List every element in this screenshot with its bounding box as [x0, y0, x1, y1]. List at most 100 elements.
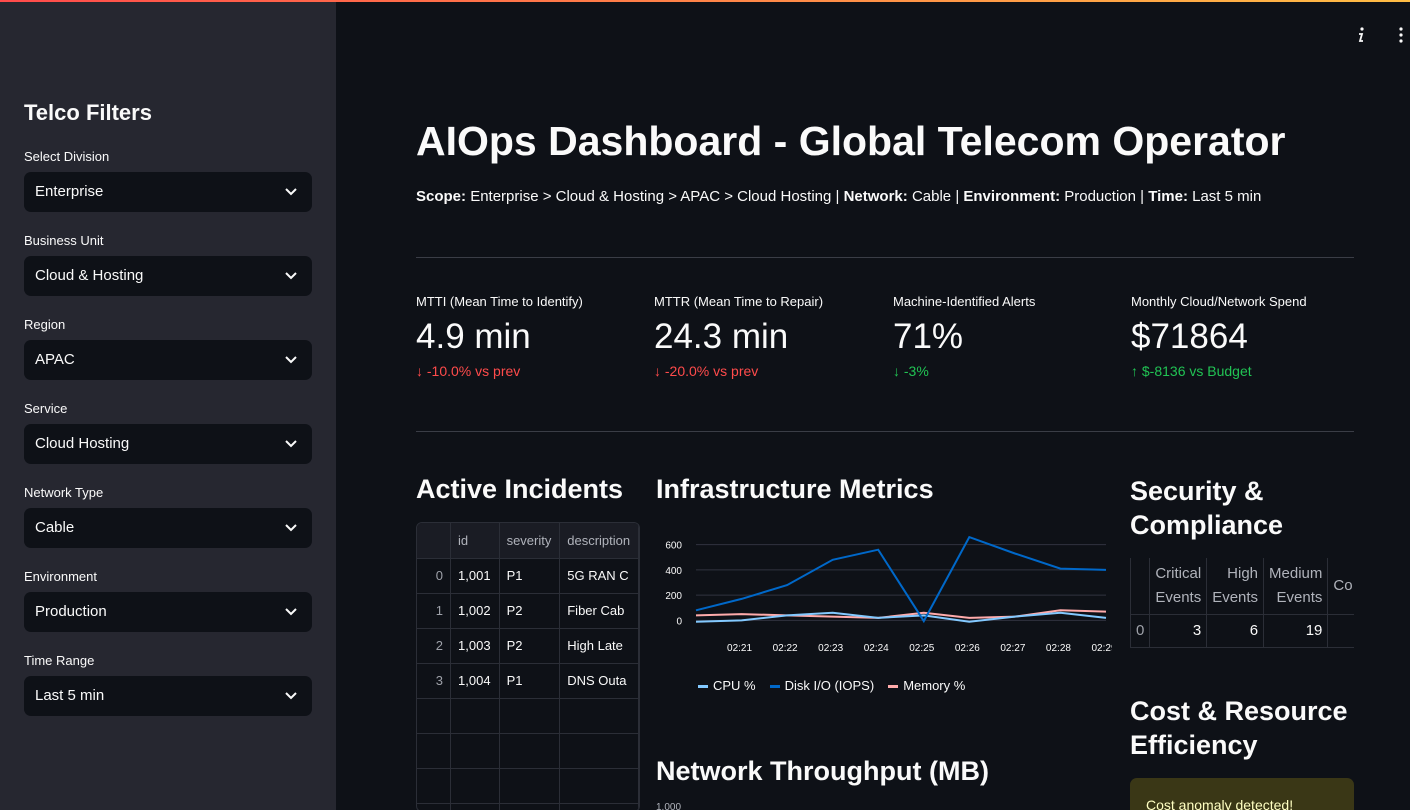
incidents-table[interactable]: id severity description 0 1,001 P1 5G RA…	[416, 522, 640, 810]
environment-select[interactable]: Production	[24, 592, 312, 632]
cell-critical[interactable]: 3	[1149, 614, 1208, 648]
region-select[interactable]: APAC	[24, 340, 312, 380]
table-row[interactable]: 0 3 6 19	[1131, 614, 1354, 648]
series-line-disk-io[interactable]	[695, 535, 1107, 624]
arrow-up-icon: ↑	[1131, 363, 1138, 379]
infrastructure-metrics-chart[interactable]: 0 200 400 600 02:21 02:22 02:23 02:24 02:25 02:26…	[652, 526, 1112, 666]
cell-severity[interactable]: P2	[499, 628, 561, 664]
cell-high[interactable]: 6	[1206, 614, 1265, 648]
metric-value: 4.9 min	[416, 317, 531, 356]
scope-line: Scope: Enterprise > Cloud & Hosting > AP…	[416, 188, 1261, 205]
chevron-down-icon	[285, 692, 297, 700]
division-select[interactable]: Enterprise	[24, 172, 312, 212]
legend-label: Disk I/O (IOPS)	[784, 678, 875, 693]
throughput-heading: Network Throughput (MB)	[656, 756, 989, 786]
cell-description[interactable]: High Late	[559, 628, 639, 664]
x-tick-label: 02:22	[773, 643, 798, 654]
column-header-severity[interactable]: severity	[499, 523, 561, 559]
column-header-critical[interactable]: Critical Events	[1149, 558, 1208, 615]
environment-select-value: Production	[35, 603, 107, 620]
cell-id[interactable]: 1,001	[450, 558, 500, 594]
incidents-heading: Active Incidents	[416, 474, 624, 504]
x-tick-label: 02:25	[909, 643, 934, 654]
alert-text: Cost anomaly detected!	[1146, 797, 1294, 810]
cell-description[interactable]: 5G RAN C	[559, 558, 639, 594]
column-header-medium[interactable]: Medium Events	[1263, 558, 1329, 615]
environment-value: Production |	[1064, 188, 1145, 205]
chevron-down-icon	[285, 440, 297, 448]
metric-delta-text: -20.0% vs prev	[664, 363, 759, 379]
sidebar: Telco Filters Select Division Enterprise…	[0, 2, 336, 810]
time-value: Last 5 min	[1192, 188, 1262, 205]
network-type-select[interactable]: Cable	[24, 508, 312, 548]
cell-severity[interactable]: P1	[499, 558, 561, 594]
cell-id[interactable]: 1,003	[450, 628, 500, 664]
cell-severity[interactable]: P1	[499, 663, 561, 699]
sidebar-title: Telco Filters	[24, 100, 152, 125]
legend-item-cpu[interactable]: CPU %	[698, 678, 756, 693]
chart-legend: CPU % Disk I/O (IOPS) Memory %	[698, 678, 965, 693]
main-content: AIOps Dashboard - Global Telecom Operato…	[336, 2, 1410, 810]
column-header-index[interactable]	[1131, 558, 1151, 615]
metric-value: 24.3 min	[654, 317, 789, 356]
filter-label-environment: Environment	[24, 569, 97, 584]
cost-anomaly-alert: Cost anomaly detected!	[1130, 778, 1354, 810]
filter-label-division: Select Division	[24, 149, 110, 164]
table-row[interactable]: 2 1,003 P2 High Late	[417, 628, 639, 664]
column-header-high[interactable]: High Events	[1206, 558, 1265, 615]
metric-label: MTTR (Mean Time to Repair)	[654, 294, 824, 309]
info-icon[interactable]	[1354, 26, 1368, 44]
more-vertical-icon[interactable]	[1398, 26, 1404, 44]
business-unit-select[interactable]: Cloud & Hosting	[24, 256, 312, 296]
page-title: AIOps Dashboard - Global Telecom Operato…	[416, 118, 1286, 164]
metric-value: $71864	[1131, 317, 1248, 356]
column-header-description[interactable]: description	[559, 523, 639, 559]
divider	[416, 257, 1354, 258]
scope-label: Scope:	[416, 188, 467, 205]
time-range-select[interactable]: Last 5 min	[24, 676, 312, 716]
row-index: 1	[417, 593, 452, 629]
infra-heading: Infrastructure Metrics	[656, 474, 934, 504]
security-heading-line1: Security &	[1130, 476, 1264, 506]
region-select-value: APAC	[35, 351, 75, 368]
column-header-index[interactable]	[417, 523, 452, 559]
table-row[interactable]: 1 1,002 P2 Fiber Cab	[417, 593, 639, 629]
chevron-down-icon	[285, 188, 297, 196]
table-header-row: Critical Events High Events Medium Event…	[1131, 558, 1354, 615]
metric-delta-text: $-8136 vs Budget	[1141, 363, 1252, 379]
security-table[interactable]: Critical Events High Events Medium Event…	[1130, 558, 1354, 648]
column-header-id[interactable]: id	[450, 523, 500, 559]
x-tick-label: 02:28	[1046, 643, 1071, 654]
service-select-value: Cloud Hosting	[35, 435, 130, 452]
business-unit-select-value: Cloud & Hosting	[35, 267, 144, 284]
chevron-down-icon	[285, 608, 297, 616]
legend-item-disk[interactable]: Disk I/O (IOPS)	[769, 678, 875, 693]
table-row[interactable]: 0 1,001 P1 5G RAN C	[417, 558, 639, 594]
cell-description[interactable]: Fiber Cab	[559, 593, 639, 629]
empty-row	[417, 803, 639, 810]
cell-id[interactable]: 1,004	[450, 663, 500, 699]
arrow-down-icon: ↓	[654, 363, 661, 379]
cell-severity[interactable]: P2	[499, 593, 561, 629]
column-header-compliance[interactable]: Co	[1327, 558, 1354, 615]
legend-item-memory[interactable]: Memory %	[888, 678, 965, 693]
time-label: Time:	[1148, 188, 1188, 205]
row-index: 0	[1131, 614, 1151, 648]
network-value: Cable |	[911, 188, 960, 205]
network-label: Network:	[843, 188, 908, 205]
service-select[interactable]: Cloud Hosting	[24, 424, 312, 464]
metric-value: 71%	[893, 317, 964, 356]
cell-medium[interactable]: 19	[1263, 614, 1329, 648]
cell-compliance[interactable]	[1327, 614, 1354, 648]
table-row[interactable]: 3 1,004 P1 DNS Outa	[417, 663, 639, 699]
metric-delta: ↓ -10.0% vs prev	[416, 363, 646, 379]
metric-delta-text: -3%	[903, 363, 929, 379]
cost-heading: Cost & Resource Efficiency	[1130, 694, 1348, 762]
row-index: 2	[417, 628, 452, 664]
row-index: 0	[417, 558, 452, 594]
metric-delta: ↓ -3%	[893, 363, 1123, 379]
y-tick-label: 400	[665, 566, 682, 577]
legend-label: CPU %	[713, 678, 756, 693]
cell-description[interactable]: DNS Outa	[559, 663, 639, 699]
cell-id[interactable]: 1,002	[450, 593, 500, 629]
